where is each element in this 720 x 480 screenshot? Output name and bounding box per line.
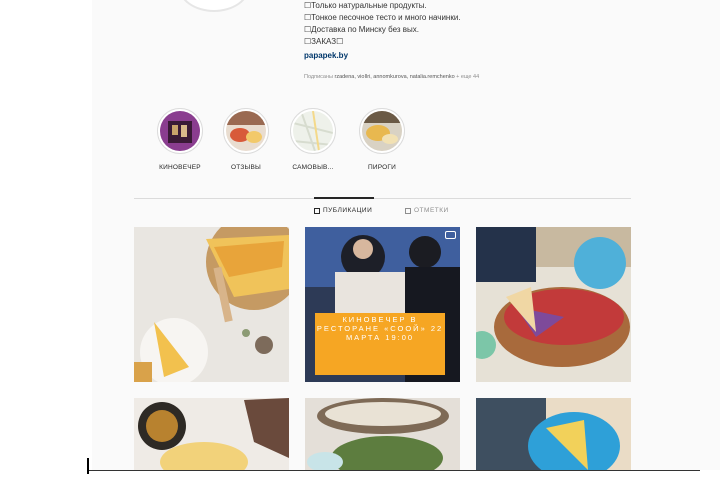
highlight-ring xyxy=(290,108,336,154)
tab-posts[interactable]: ПУБЛИКАЦИИ xyxy=(314,207,372,214)
bio-line: ☐Тонкое песочное тесто и много начинки. xyxy=(304,13,461,22)
highlight-label: КИНОВЕЧЕР xyxy=(159,164,201,171)
tab-label: ПУБЛИКАЦИИ xyxy=(323,207,373,214)
video-icon xyxy=(445,231,456,239)
bio-line: ☐Только натуральные продукты. xyxy=(304,1,427,10)
post-thumbnail[interactable] xyxy=(305,398,460,470)
grid-icon xyxy=(314,207,320,214)
highlight-movie-night[interactable]: КИНОВЕЧЕР xyxy=(150,108,210,171)
pickup-map-icon xyxy=(293,111,333,151)
highlight-label: ПИРОГИ xyxy=(368,164,396,171)
cheese-pie-photo xyxy=(134,398,289,470)
post-thumbnail[interactable] xyxy=(476,227,631,382)
promo-banner: КИНОВЕЧЕР В РЕСТОРАНЕ «СООЙ» 22 МАРТА 19… xyxy=(315,313,445,375)
post-thumbnail[interactable] xyxy=(476,398,631,470)
reviews-icon xyxy=(226,111,266,151)
pie-slice-photo xyxy=(476,398,631,470)
highlight-pickup[interactable]: САМОВЫВ... xyxy=(283,108,343,171)
movie-night-icon xyxy=(160,111,200,151)
highlight-pies[interactable]: ПИРОГИ xyxy=(352,108,412,171)
followed-by-names[interactable]: rzadena, vioIlri, annomkurova, natalia.r… xyxy=(334,74,454,80)
highlight-ring xyxy=(359,108,405,154)
post-thumbnail[interactable] xyxy=(134,398,289,470)
website-link[interactable]: papapek.by xyxy=(304,50,461,62)
post-thumbnail[interactable] xyxy=(134,227,289,382)
followed-by-suffix: + еще 44 xyxy=(456,74,480,80)
highlight-label: ОТЗЫВЫ xyxy=(231,164,261,171)
pie-board-photo xyxy=(134,227,289,382)
spinach-pie-photo xyxy=(305,398,460,470)
story-highlights: КИНОВЕЧЕР ОТЗЫВЫ САМОВЫВ... ПИРОГИ xyxy=(150,108,430,172)
pies-icon xyxy=(362,111,402,151)
berry-pie-photo xyxy=(476,227,631,382)
text-cursor xyxy=(87,458,89,474)
tab-tagged[interactable]: ОТМЕТКИ xyxy=(405,207,449,214)
tabs-divider xyxy=(134,198,631,199)
window-bottom-edge xyxy=(88,470,700,471)
bio-line: ☐ЗАКАЗ☐ xyxy=(304,37,344,46)
highlight-ring xyxy=(157,108,203,154)
tag-icon xyxy=(405,207,411,214)
bio-line: ☐Доставка по Минску без вых. xyxy=(304,25,419,34)
tab-label: ОТМЕТКИ xyxy=(414,207,449,214)
highlight-ring xyxy=(223,108,269,154)
active-tab-indicator xyxy=(314,197,374,199)
highlight-label: САМОВЫВ... xyxy=(292,164,334,171)
left-margin xyxy=(0,0,92,480)
followed-by-prefix: Подписаны xyxy=(304,74,333,80)
post-thumbnail[interactable]: КИНОВЕЧЕР В РЕСТОРАНЕ «СООЙ» 22 МАРТА 19… xyxy=(305,227,460,382)
profile-bio: ☐Только натуральные продукты. ☐Тонкое пе… xyxy=(304,0,461,62)
followed-by[interactable]: Подписаны rzadena, vioIlri, annomkurova,… xyxy=(304,74,479,80)
highlight-reviews[interactable]: ОТЗЫВЫ xyxy=(216,108,276,171)
